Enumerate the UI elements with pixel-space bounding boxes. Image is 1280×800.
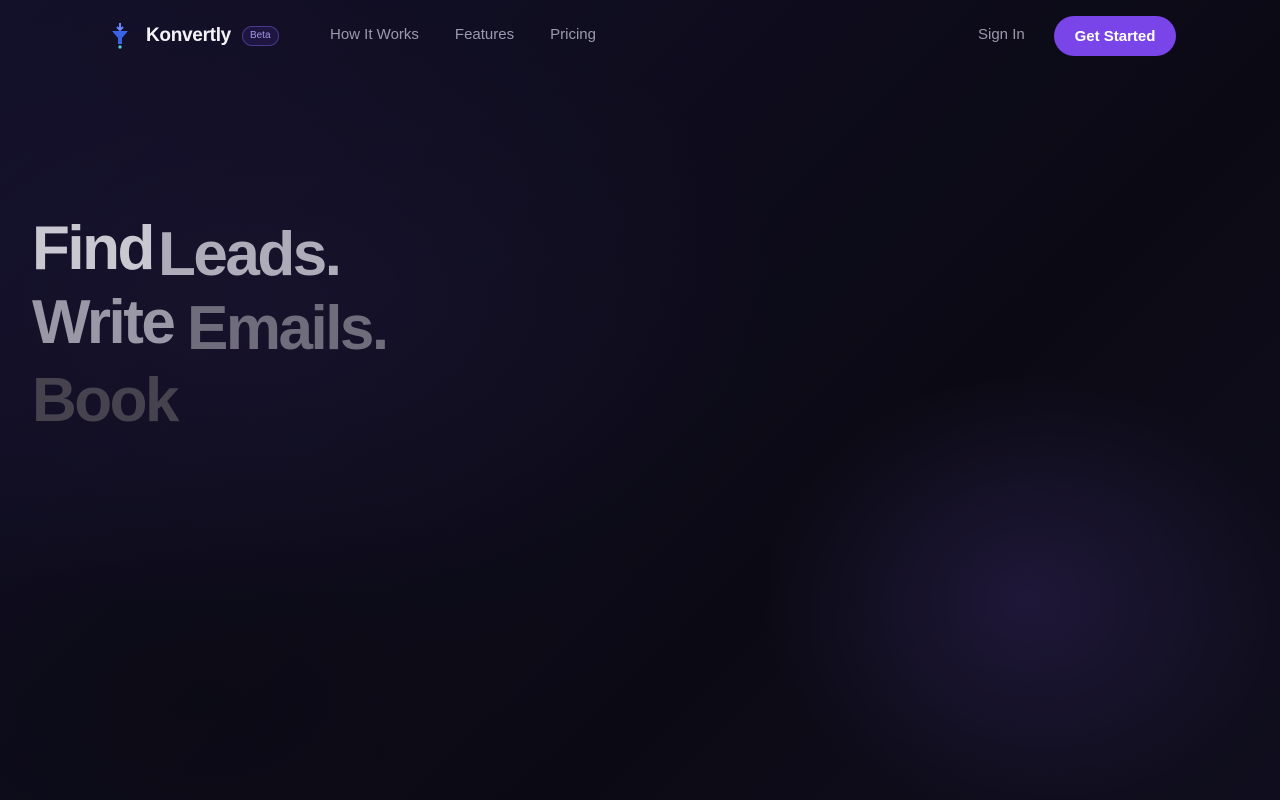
hero-verb: Find: [32, 214, 155, 283]
nav-link-features[interactable]: Features: [455, 26, 514, 43]
sign-in-link[interactable]: Sign In: [978, 26, 1025, 43]
nav-link-how-it-works[interactable]: How It Works: [330, 26, 419, 43]
top-navbar: Konvertly Beta How It Works Features Pri…: [0, 0, 1280, 72]
brand[interactable]: Konvertly Beta: [108, 22, 279, 50]
funnel-arrow-icon: [112, 23, 128, 49]
hero-verb: Write: [32, 288, 176, 357]
hero-object: Leads.: [158, 220, 342, 289]
nav-links: How It Works Features Pricing: [330, 26, 596, 43]
hero-object: Emails.: [187, 294, 389, 363]
beta-badge: Beta: [241, 26, 279, 46]
nav-link-pricing[interactable]: Pricing: [550, 26, 596, 43]
get-started-button[interactable]: Get Started: [1054, 16, 1176, 56]
hero-verb: Book: [32, 366, 180, 435]
brand-name: Konvertly: [146, 25, 231, 46]
hero-background: [0, 0, 1280, 800]
